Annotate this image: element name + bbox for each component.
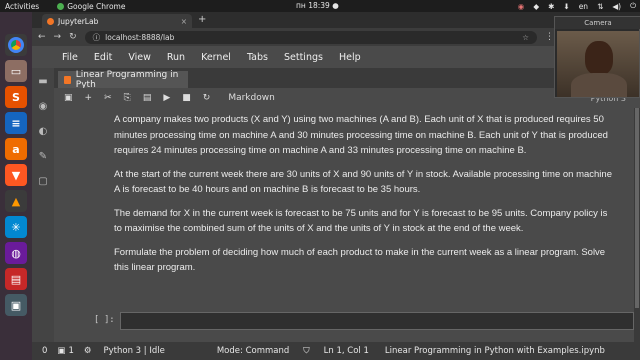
bluetooth-icon[interactable]: ✱ <box>548 2 554 11</box>
notebook-content: A company makes two products (X and Y) u… <box>54 108 640 342</box>
cursor-position[interactable]: Ln 1, Col 1 <box>324 346 369 356</box>
notebook-tab-title: Linear Programming in Pyth <box>75 69 179 90</box>
stop-icon[interactable]: ■ <box>182 93 191 103</box>
network-app-icon[interactable]: ◍ <box>5 242 27 264</box>
save-icon[interactable]: ▣ <box>64 93 73 103</box>
active-app-label: Google Chrome <box>67 1 126 11</box>
reload-icon[interactable]: ↻ <box>69 32 77 42</box>
menu-kernel[interactable]: Kernel <box>201 52 231 63</box>
power-icon[interactable]: ⏻ <box>630 1 636 11</box>
menu-help[interactable]: Help <box>339 52 361 63</box>
menu-view[interactable]: View <box>128 52 151 63</box>
terminal-status-icon: ▣ <box>57 346 66 356</box>
notebook-toolbar: ▣ + ✂ ⎘ ▤ ▶ ■ ↻ Markdown Python 3 <box>54 88 640 108</box>
markdown-cell[interactable]: A company makes two products (X and Y) u… <box>114 112 614 284</box>
cut-icon[interactable]: ✂ <box>104 93 112 103</box>
shield-icon: ⛉ <box>303 346 310 356</box>
person-face <box>585 41 613 75</box>
browser-menu-icon[interactable]: ⋮ <box>545 32 554 42</box>
cell-type-select[interactable]: Markdown <box>228 93 274 103</box>
forward-icon[interactable]: → <box>54 32 62 42</box>
camera-view <box>557 31 639 97</box>
menu-run[interactable]: Run <box>167 52 185 63</box>
code-prompt: [ ]: <box>94 315 115 325</box>
sky-icon[interactable]: ✳ <box>5 216 27 238</box>
menu-tabs[interactable]: Tabs <box>247 52 268 63</box>
url-text: localhost:8888/lab <box>105 32 175 42</box>
browser-tab-title: JupyterLab <box>58 16 99 26</box>
bookmark-star-icon[interactable]: ☆ <box>522 33 529 42</box>
tray-app-icon[interactable]: ◉ <box>518 2 525 11</box>
launcher: ▭ S ≡ a ▼ ▲ ✳ ◍ ▤ ▣ <box>0 12 32 360</box>
person-shoulders <box>571 73 627 97</box>
jupyter-menu-bar: File Edit View Run Kernel Tabs Settings … <box>32 46 640 68</box>
code-input[interactable] <box>120 312 634 330</box>
clock[interactable]: пн 18:39 ● <box>296 1 339 10</box>
volume-icon[interactable]: ◀) <box>612 2 621 11</box>
back-icon[interactable]: ← <box>38 32 46 42</box>
open-filename: Linear Programming in Python with Exampl… <box>384 346 605 356</box>
dropbox-icon[interactable]: ◆ <box>533 2 539 11</box>
palette-icon[interactable]: ◐ <box>39 126 48 137</box>
jupyter-favicon-icon <box>47 17 54 25</box>
markdown-paragraph: The demand for X in the current week is … <box>114 207 608 235</box>
system-tray: ◉ ◆ ✱ ⬇ en ⇅ ◀) ⏻ <box>518 1 636 11</box>
audio-icon[interactable]: ⬇ <box>563 2 569 11</box>
close-tab-icon[interactable]: × <box>181 17 187 26</box>
presentation-icon[interactable]: ▤ <box>5 268 27 290</box>
code-cell: [ ]: <box>94 312 634 330</box>
folder-icon[interactable]: ▬ <box>38 76 47 87</box>
jupyter-icon[interactable]: S <box>5 86 27 108</box>
markdown-paragraph: Formulate the problem of deciding how mu… <box>114 246 606 274</box>
paste-icon[interactable]: ▤ <box>143 93 152 103</box>
browser-toolbar: ← → ↻ ⓘ localhost:8888/lab ☆ ⋮ <box>32 28 560 46</box>
wrench-icon[interactable]: ✎ <box>39 151 47 162</box>
markdown-paragraph: At the start of the current week there a… <box>114 168 612 196</box>
browser-tab[interactable]: JupyterLab × <box>42 14 192 28</box>
notebook-tab-bar: Linear Programming in Pyth <box>54 68 554 90</box>
add-cell-icon[interactable]: + <box>85 93 93 103</box>
jupyter-left-sidebar: ▬ ◉ ◐ ✎ ▢ <box>32 68 54 342</box>
browser-tab-strip: JupyterLab × + <box>32 12 560 28</box>
files-icon[interactable]: ▭ <box>5 60 27 82</box>
menu-file[interactable]: File <box>62 52 78 63</box>
address-bar[interactable]: ⓘ localhost:8888/lab ☆ <box>84 30 537 44</box>
active-app-menu[interactable]: Google Chrome <box>57 2 125 11</box>
settings-status-icon[interactable]: ⚙ <box>84 346 92 356</box>
brave-icon[interactable]: ▼ <box>5 164 27 186</box>
language-indicator[interactable]: en <box>579 2 588 11</box>
running-icon[interactable]: ◉ <box>39 101 48 112</box>
status-count[interactable]: 0 <box>42 346 47 356</box>
chrome-icon[interactable] <box>5 34 27 56</box>
run-icon[interactable]: ▶ <box>163 93 170 103</box>
camera-title: Camera <box>555 17 640 29</box>
copy-icon[interactable]: ⎘ <box>124 93 131 103</box>
status-bar: 0 ▣ 1 ⚙ Python 3 | Idle Mode: Command ⛉ … <box>32 342 640 360</box>
vlc-icon[interactable]: ▲ <box>5 190 27 212</box>
status-count-2[interactable]: 1 <box>68 346 73 356</box>
menu-edit[interactable]: Edit <box>94 52 112 63</box>
markdown-paragraph: A company makes two products (X and Y) u… <box>114 114 608 156</box>
tabs-icon[interactable]: ▢ <box>38 176 47 187</box>
writer-icon[interactable]: ≡ <box>5 112 27 134</box>
camera-window[interactable]: Camera <box>554 16 640 98</box>
os-top-bar: Activities Google Chrome пн 18:39 ● ◉ ◆ … <box>0 0 640 12</box>
restart-icon[interactable]: ↻ <box>203 93 211 103</box>
scrollbar-thumb[interactable] <box>635 108 639 308</box>
network-icon[interactable]: ⇅ <box>597 2 603 11</box>
kernel-status[interactable]: Python 3 | Idle <box>104 346 165 356</box>
notebook-scrollbar[interactable] <box>634 108 640 342</box>
mode-indicator: Mode: Command <box>216 346 290 356</box>
new-tab-button[interactable]: + <box>198 14 206 25</box>
notebook-icon <box>64 75 71 84</box>
chrome-small-icon <box>57 2 65 10</box>
activities-button[interactable]: Activities <box>5 2 39 11</box>
menu-settings[interactable]: Settings <box>284 52 323 63</box>
info-icon[interactable]: ⓘ <box>93 32 101 43</box>
terminal-icon[interactable]: ▣ <box>5 294 27 316</box>
amazon-icon[interactable]: a <box>5 138 27 160</box>
notebook-tab[interactable]: Linear Programming in Pyth <box>58 69 188 90</box>
